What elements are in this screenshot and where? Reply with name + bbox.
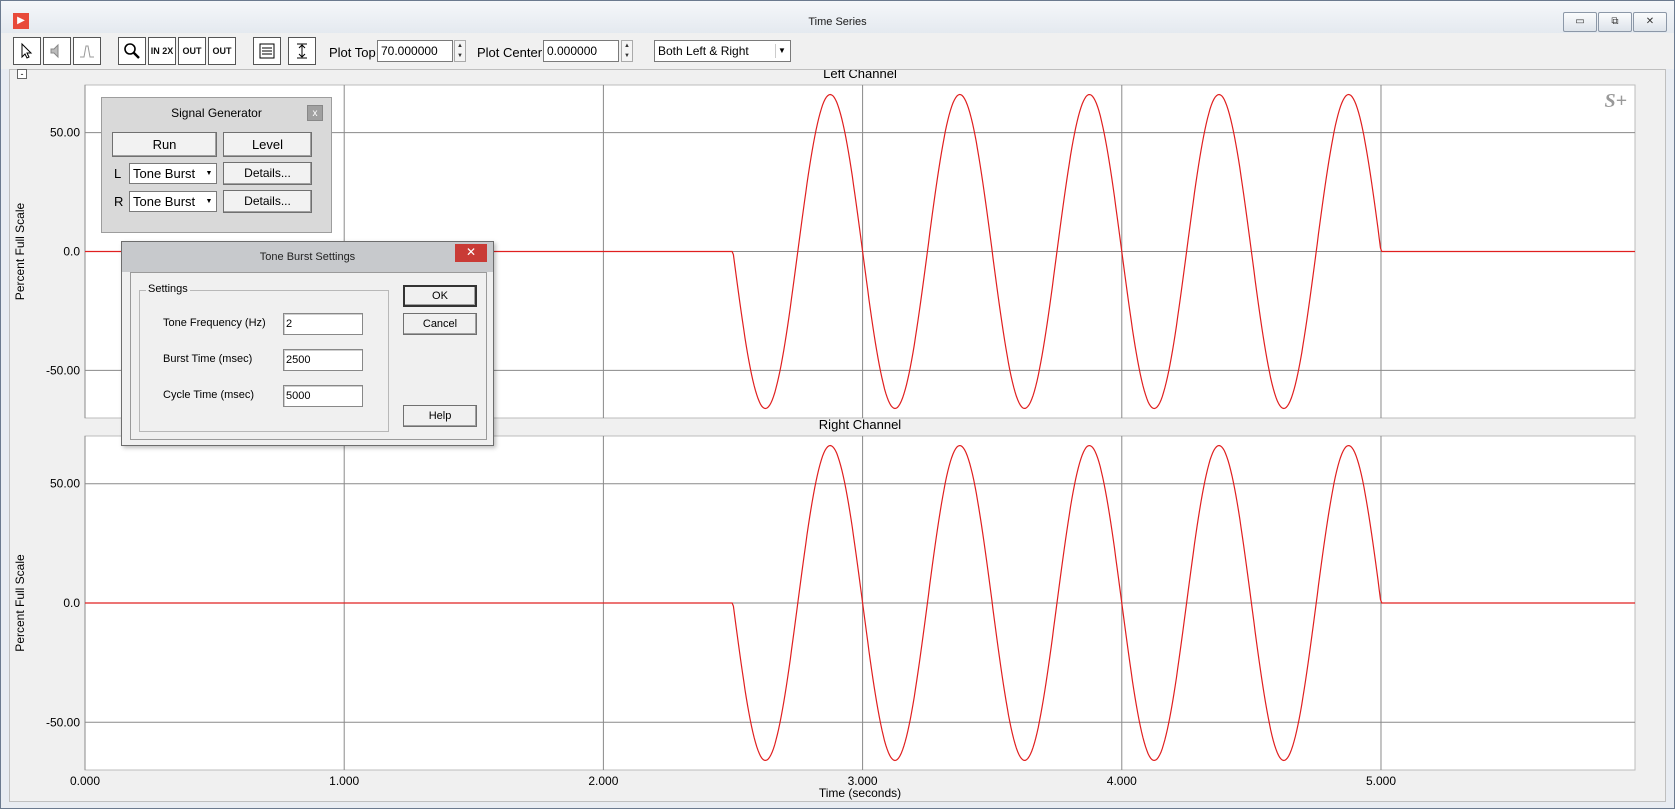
ok-button[interactable]: OK xyxy=(403,285,477,307)
right-y-axis-label: Percent Full Scale xyxy=(13,554,27,652)
right-x-tick-label: 5.000 xyxy=(1366,774,1396,788)
left-y-tick-label: -50.00 xyxy=(46,363,80,377)
signal-generator-panel: Signal Generator x Run Level L Tone Burs… xyxy=(101,97,332,233)
right-x-tick-label: 1.000 xyxy=(329,774,359,788)
settings-group-label: Settings xyxy=(146,283,190,295)
left-y-tick-label: 50.00 xyxy=(50,126,80,140)
close-icon[interactable]: x xyxy=(307,105,323,121)
left-y-axis-label: Percent Full Scale xyxy=(13,202,27,300)
run-button[interactable]: Run xyxy=(112,132,217,157)
dialog-body: Settings Tone Frequency (Hz) 2 Burst Tim… xyxy=(130,272,487,440)
vertical-scale-icon[interactable] xyxy=(288,37,316,65)
right-x-tick-label: 0.000 xyxy=(70,774,100,788)
x-axis-label: Time (seconds) xyxy=(819,786,901,800)
burst-time-label: Burst Time (msec) xyxy=(163,353,253,365)
brand-mark: S+ xyxy=(1604,90,1627,112)
cycle-time-label: Cycle Time (msec) xyxy=(163,389,255,401)
cycle-time-input[interactable]: 5000 xyxy=(283,385,363,407)
spectrum-icon[interactable] xyxy=(73,37,101,65)
tone-frequency-input[interactable]: 2 xyxy=(283,313,363,335)
zoom-in-2x-icon[interactable]: IN 2X xyxy=(148,37,176,65)
right-channel-title: Right Channel xyxy=(819,417,901,432)
left-channel-title: Left Channel xyxy=(823,70,897,81)
channel-select-value: Both Left & Right xyxy=(658,44,749,58)
tone-burst-dialog: Tone Burst Settings ✕ Settings Tone Freq… xyxy=(121,241,494,446)
window-title: Time Series xyxy=(808,16,867,28)
settings-panel-icon[interactable] xyxy=(253,37,281,65)
collapse-icon[interactable]: - xyxy=(17,69,27,79)
help-button[interactable]: Help xyxy=(403,405,477,427)
chevron-down-icon[interactable]: ▼ xyxy=(203,166,215,181)
right-y-tick-label: -50.00 xyxy=(46,715,80,729)
zoom-out-full-icon[interactable]: OUT FULL xyxy=(208,37,236,82)
right-signal-select[interactable]: Tone Burst ▼ xyxy=(129,191,217,212)
right-x-tick-label: 4.000 xyxy=(1107,774,1137,788)
pointer-icon[interactable] xyxy=(13,37,41,65)
right-y-tick-label: 50.00 xyxy=(50,477,80,491)
left-y-tick-label: 0.0 xyxy=(63,245,80,259)
signal-generator-title: Signal Generator xyxy=(171,106,262,120)
minimize-icon[interactable]: ▭ xyxy=(1563,12,1597,32)
plot-top-label: Plot Top xyxy=(329,45,376,60)
dialog-title: Tone Burst Settings xyxy=(259,251,356,263)
right-x-tick-label: 2.000 xyxy=(588,774,618,788)
dialog-title-bar[interactable]: Tone Burst Settings ✕ xyxy=(122,242,493,272)
left-signal-select[interactable]: Tone Burst ▼ xyxy=(129,163,217,184)
chevron-down-icon[interactable]: ▼ xyxy=(775,44,788,58)
cancel-button[interactable]: Cancel xyxy=(403,313,477,335)
burst-time-input[interactable]: 2500 xyxy=(283,349,363,371)
plot-center-label: Plot Center xyxy=(477,45,543,60)
magnifier-icon[interactable] xyxy=(118,37,146,65)
right-channel-label: R xyxy=(114,194,124,209)
channel-select[interactable]: Both Left & Right ▼ xyxy=(654,40,791,62)
chevron-down-icon[interactable]: ▼ xyxy=(203,194,215,209)
time-series-window: ▶ Time Series ▭ ⧉ ✕ IN 2X OUT 2X OUT FUL… xyxy=(0,0,1675,809)
plot-top-input[interactable]: 70.000000 xyxy=(377,40,453,62)
plot-top-spinner[interactable]: ▲ ▼ xyxy=(454,40,466,62)
speaker-mute-icon[interactable] xyxy=(43,37,71,65)
toolbar: IN 2X OUT 2X OUT FULL Plot Top 70.000000… xyxy=(1,33,1674,82)
right-signal-value: Tone Burst xyxy=(133,194,196,209)
left-channel-label: L xyxy=(114,166,122,181)
close-icon[interactable]: ✕ xyxy=(1633,12,1667,32)
left-signal-value: Tone Burst xyxy=(133,166,196,181)
level-button[interactable]: Level xyxy=(223,132,312,157)
zoom-out-2x-icon[interactable]: OUT 2X xyxy=(178,37,206,82)
close-icon[interactable]: ✕ xyxy=(455,244,487,262)
plot-center-input[interactable]: 0.000000 xyxy=(543,40,619,62)
right-y-tick-label: 0.0 xyxy=(63,596,80,610)
restore-icon[interactable]: ⧉ xyxy=(1598,12,1632,32)
right-details-button[interactable]: Details... xyxy=(223,190,312,213)
left-details-button[interactable]: Details... xyxy=(223,162,312,185)
settings-group: Settings Tone Frequency (Hz) 2 Burst Tim… xyxy=(139,283,389,432)
tone-frequency-label: Tone Frequency (Hz) xyxy=(163,317,266,329)
plot-center-spinner[interactable]: ▲ ▼ xyxy=(621,40,633,62)
